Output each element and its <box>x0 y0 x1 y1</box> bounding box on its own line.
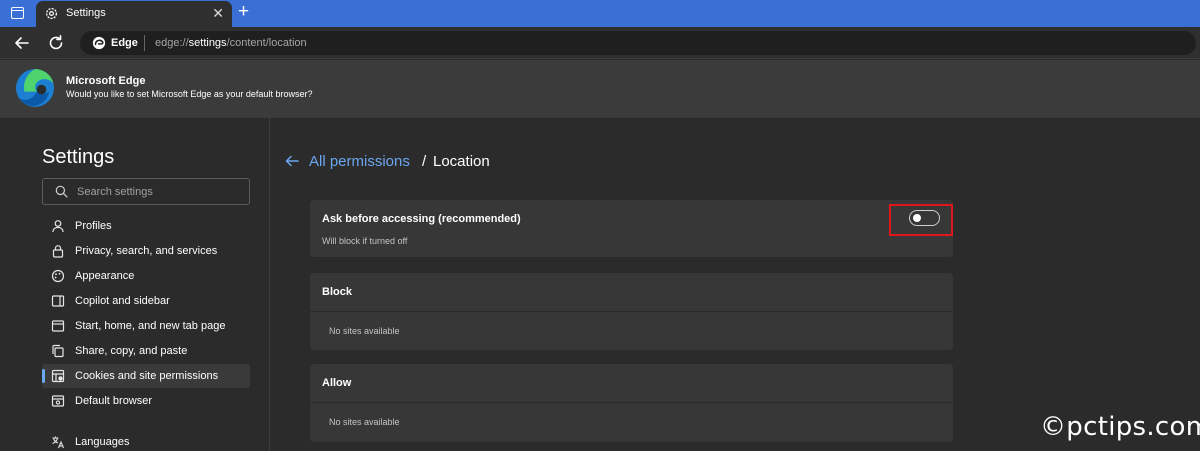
allow-empty-text: No sites available <box>329 417 400 427</box>
ask-before-accessing-title: Ask before accessing (recommended) <box>322 213 521 225</box>
microsoft-edge-logo <box>16 69 54 107</box>
search-input[interactable] <box>77 184 242 200</box>
breadcrumb-all-permissions-link[interactable]: All permissions <box>309 153 410 170</box>
share-icon <box>52 344 64 358</box>
home-icon <box>51 320 65 332</box>
sidebar-item-label: Share, copy, and paste <box>75 345 188 357</box>
tab-actions-icon[interactable] <box>11 7 24 19</box>
sidebar-item-label: Appearance <box>75 270 135 282</box>
ask-before-accessing-card: Ask before accessing (recommended) Will … <box>310 200 953 257</box>
appearance-icon <box>51 269 65 283</box>
sidebar-item-label: Cookies and site permissions <box>75 370 219 382</box>
toolbar: Edge edge://settings/content/location <box>0 27 1200 59</box>
sidebar-item-privacy[interactable]: Privacy, search, and services <box>42 239 250 263</box>
address-url[interactable]: edge://settings/content/location <box>155 37 307 49</box>
page-title: Settings <box>42 146 115 168</box>
breadcrumb-separator: / <box>422 153 427 170</box>
sidebar-item-cookies[interactable]: Cookies and site permissions <box>42 364 250 388</box>
banner-title: Microsoft Edge <box>66 75 146 87</box>
allow-card: Allow No sites available <box>310 364 953 442</box>
close-icon[interactable]: ✕ <box>212 6 224 20</box>
sidebar-item-label: Copilot and sidebar <box>75 295 170 307</box>
block-empty-text: No sites available <box>329 326 400 336</box>
new-tab-button[interactable]: + <box>238 2 249 22</box>
address-separator <box>144 35 145 51</box>
address-bar[interactable]: Edge edge://settings/content/location <box>80 31 1196 55</box>
sidebar-item-label: Privacy, search, and services <box>75 245 218 257</box>
search-box[interactable] <box>42 178 250 205</box>
block-card: Block No sites available <box>310 273 953 350</box>
gear-icon <box>45 7 58 20</box>
sidebar-icon <box>51 295 65 307</box>
allow-title: Allow <box>322 377 352 389</box>
search-icon <box>55 185 68 198</box>
lock-icon <box>52 245 64 258</box>
main-content: All permissions / Location Ask before ac… <box>271 118 1200 451</box>
divider <box>310 402 953 403</box>
cookies-icon <box>51 369 65 383</box>
divider <box>310 311 953 312</box>
sidebar-item-copilot[interactable]: Copilot and sidebar <box>42 289 250 313</box>
tab-title: Settings <box>66 7 106 19</box>
sidebar-item-default-browser[interactable]: Default browser <box>42 389 250 413</box>
default-browser-banner: Microsoft Edge Would you like to set Mic… <box>0 60 1200 118</box>
back-arrow-icon[interactable] <box>284 153 300 169</box>
sidebar-item-label: Profiles <box>75 220 112 232</box>
refresh-icon[interactable] <box>46 33 66 53</box>
sidebar-item-label: Default browser <box>75 395 153 407</box>
ask-before-accessing-subtitle: Will block if turned off <box>322 236 408 246</box>
banner-message[interactable]: Would you like to set Microsoft Edge as … <box>66 89 312 99</box>
sidebar-item-languages[interactable]: Languages <box>42 430 250 451</box>
sidebar-item-label: Start, home, and new tab page <box>75 320 226 332</box>
sidebar-item-start-home[interactable]: Start, home, and new tab page <box>42 314 250 338</box>
sidebar-item-appearance[interactable]: Appearance <box>42 264 250 288</box>
settings-sidebar: Settings Profiles Privacy, search, and s… <box>0 118 270 451</box>
tab-strip: Settings ✕ + <box>0 0 1200 27</box>
profile-icon <box>52 220 64 233</box>
block-title: Block <box>322 286 352 298</box>
address-brand: Edge <box>111 37 138 49</box>
browser-icon <box>51 395 65 407</box>
languages-icon <box>52 436 65 449</box>
back-icon[interactable] <box>12 33 32 53</box>
edge-icon <box>92 36 106 50</box>
breadcrumb-current: Location <box>433 153 490 170</box>
sidebar-item-profiles[interactable]: Profiles <box>42 214 250 238</box>
watermark: ©pctips.com <box>1040 412 1200 442</box>
sidebar-item-share[interactable]: Share, copy, and paste <box>42 339 250 363</box>
toggle-highlight-box <box>889 204 953 236</box>
tab-settings[interactable]: Settings ✕ <box>36 1 232 27</box>
sidebar-item-label: Languages <box>75 436 130 448</box>
